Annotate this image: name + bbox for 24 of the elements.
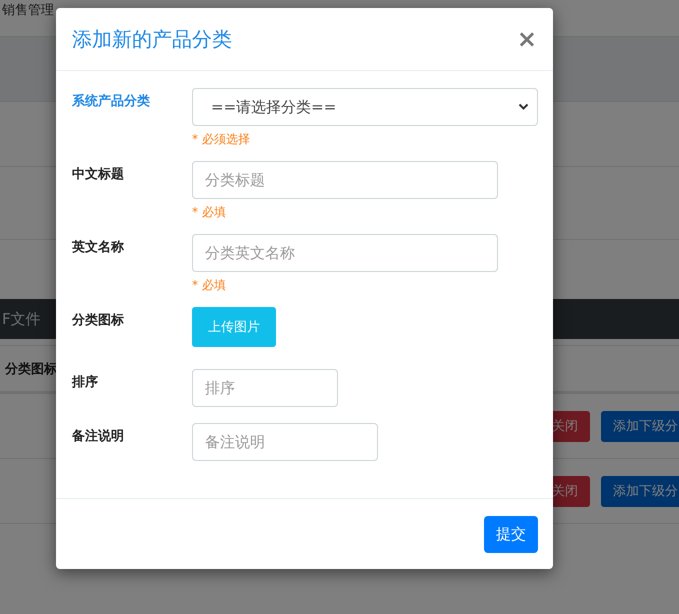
- toolbar-label: F文件: [2, 310, 41, 328]
- field-label: 备注说明: [72, 428, 125, 446]
- field-label: 排序: [72, 374, 99, 392]
- submit-button[interactable]: 提交: [484, 516, 538, 552]
- required-hint: * 必须选择: [192, 131, 250, 148]
- nav-link[interactable]: 销售管理: [2, 1, 54, 17]
- dialog-title: 添加新的产品分类: [72, 26, 232, 52]
- field-label: 英文名称: [72, 238, 125, 257]
- field-label: 中文标题: [72, 166, 125, 184]
- field-label: 分类图标: [72, 312, 125, 330]
- add-child-button[interactable]: 添加下级分: [601, 410, 679, 442]
- input-field[interactable]: 分类标题: [192, 161, 498, 199]
- required-hint: * 必填: [192, 277, 226, 294]
- field-label: 系统产品分类: [72, 92, 151, 111]
- input-field[interactable]: 备注说明: [192, 423, 378, 461]
- add-child-button[interactable]: 添加下级分: [601, 476, 679, 506]
- select-field[interactable]: ==请选择分类==: [192, 88, 538, 126]
- close-button[interactable]: ×: [516, 25, 537, 53]
- required-hint: * 必填: [192, 204, 226, 221]
- chevron-down-icon: [518, 103, 529, 111]
- upload-button[interactable]: 上传图片: [192, 307, 276, 347]
- input-field[interactable]: 分类英文名称: [192, 234, 498, 272]
- column-header: 分类图标: [5, 360, 57, 378]
- input-field[interactable]: 排序: [192, 369, 338, 407]
